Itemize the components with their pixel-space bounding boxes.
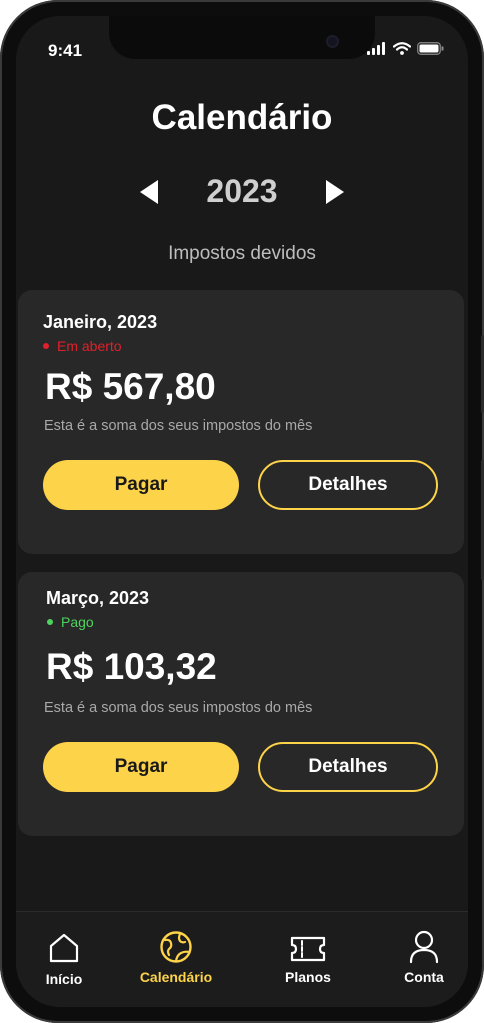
tab-label: Conta xyxy=(404,969,444,985)
signal-icon xyxy=(367,42,385,55)
tab-inicio[interactable]: Início xyxy=(38,912,90,1007)
tab-label: Planos xyxy=(285,969,331,985)
home-icon xyxy=(48,928,80,964)
camera-icon xyxy=(326,35,339,48)
wifi-icon xyxy=(393,42,411,55)
phone-frame: 9:41 Calendário 2023 Impostos devidos Ja… xyxy=(0,0,484,1023)
card-description: Esta é a soma dos seus impostos do mês xyxy=(44,418,313,434)
status-badge: Em aberto xyxy=(43,338,122,354)
card-description: Esta é a soma dos seus impostos do mês xyxy=(44,700,313,716)
page-title: Calendário xyxy=(151,98,333,137)
notch xyxy=(109,16,375,59)
tab-planos[interactable]: Planos xyxy=(278,912,338,1007)
status-badge: Pago xyxy=(47,614,94,630)
battery-icon xyxy=(417,42,444,55)
user-icon xyxy=(408,928,440,964)
card-amount: R$ 103,32 xyxy=(46,646,217,687)
next-year-icon[interactable] xyxy=(326,180,344,204)
year-label: 2023 xyxy=(206,173,278,209)
status-time: 9:41 xyxy=(48,41,83,60)
details-button[interactable]: Detalhes xyxy=(258,460,438,510)
tab-calendario[interactable]: Calendário xyxy=(131,912,221,1007)
status-text: Em aberto xyxy=(57,338,122,354)
status-icons xyxy=(367,42,444,55)
pay-button[interactable]: Pagar xyxy=(43,460,239,510)
card-amount: R$ 567,80 xyxy=(45,366,216,407)
app-screen: 9:41 Calendário 2023 Impostos devidos Ja… xyxy=(16,16,468,1007)
tax-card: Março, 2023 Pago R$ 103,32 Esta é a soma… xyxy=(18,572,464,836)
globe-icon xyxy=(159,928,193,964)
tab-label: Início xyxy=(45,971,83,987)
details-button[interactable]: Detalhes xyxy=(258,742,438,792)
year-selector: 2023 xyxy=(16,168,468,212)
card-month: Março, 2023 xyxy=(46,588,150,608)
tab-label: Calendário xyxy=(139,969,213,985)
bottom-tab-bar: Início Calendário Planos Conta xyxy=(16,911,468,1007)
pay-button[interactable]: Pagar xyxy=(43,742,239,792)
tax-card: Janeiro, 2023 Em aberto R$ 567,80 Esta é… xyxy=(18,290,464,554)
ticket-icon xyxy=(289,928,327,964)
section-label: Impostos devidos xyxy=(168,243,316,264)
status-text: Pago xyxy=(61,614,94,630)
status-dot-icon xyxy=(47,619,53,625)
card-month: Janeiro, 2023 xyxy=(43,312,158,332)
tab-conta[interactable]: Conta xyxy=(394,912,454,1007)
status-dot-icon xyxy=(43,343,49,349)
